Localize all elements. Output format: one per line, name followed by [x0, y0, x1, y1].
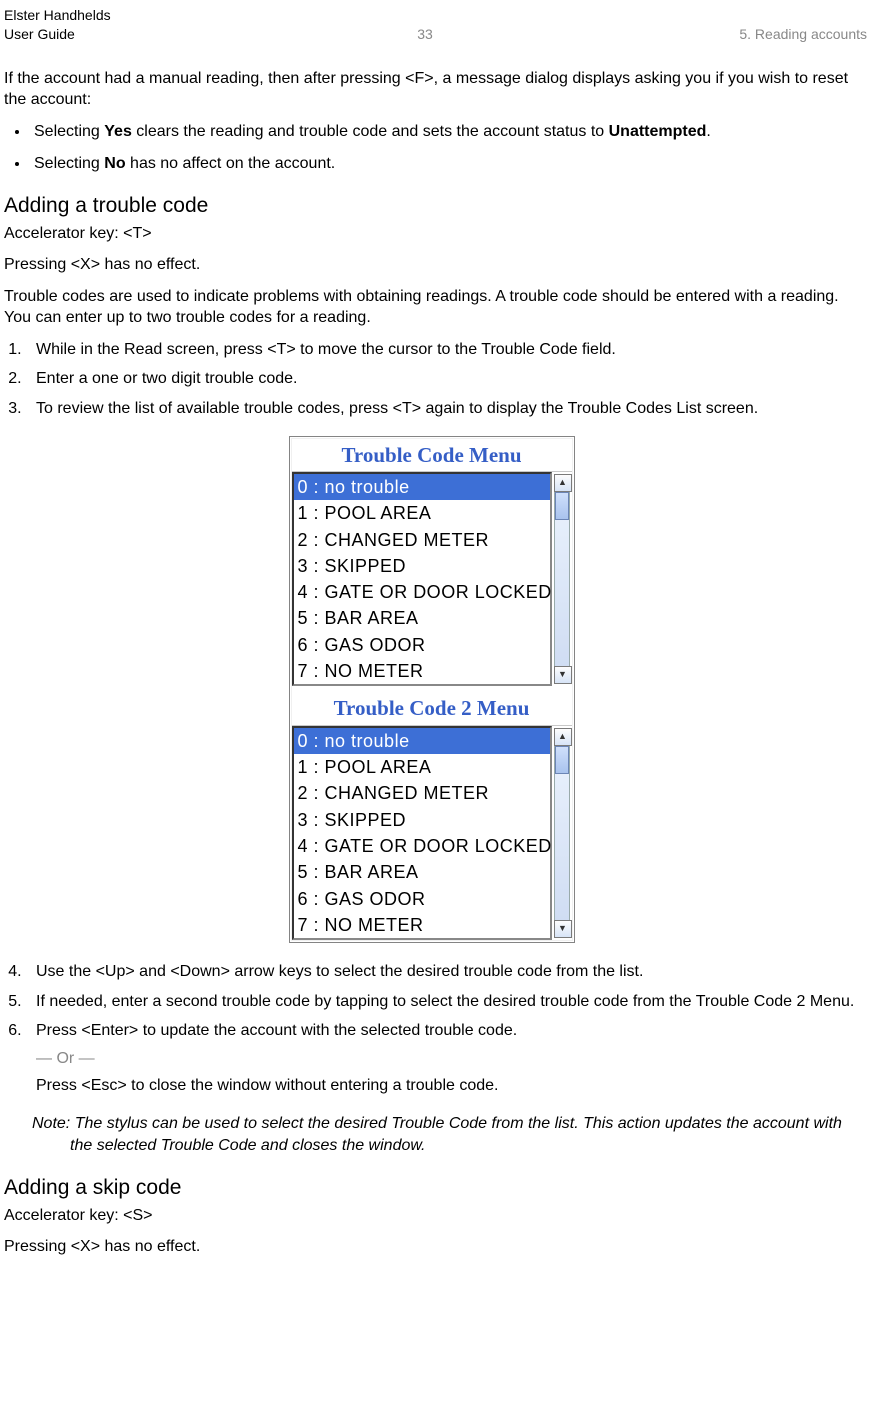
list-item[interactable]: 1 : POOL AREA — [294, 500, 550, 526]
trouble-steps-list-cont: Use the <Up> and <Down> arrow keys to se… — [26, 961, 859, 1097]
list-item[interactable]: 0 : no trouble — [294, 728, 550, 754]
page-body: If the account had a manual reading, the… — [0, 48, 863, 1278]
trouble-code-listbox-1[interactable]: 0 : no trouble 1 : POOL AREA 2 : CHANGED… — [292, 472, 552, 686]
list-item[interactable]: 2 : CHANGED METER — [294, 780, 550, 806]
page-number: 33 — [417, 25, 433, 44]
text: Selecting — [34, 123, 104, 140]
scroll-track[interactable] — [554, 492, 570, 666]
scroll-down-icon[interactable]: ▼ — [554, 920, 572, 938]
text: . — [706, 123, 710, 140]
step-4: Use the <Up> and <Down> arrow keys to se… — [26, 961, 859, 983]
step-6-alt: Press <Esc> to close the window without … — [36, 1075, 859, 1097]
header-left: Elster Handhelds User Guide — [4, 6, 111, 44]
trouble-steps-list: While in the Read screen, press <T> to m… — [26, 339, 859, 420]
list-item[interactable]: 1 : POOL AREA — [294, 754, 550, 780]
list-item[interactable]: 6 : GAS ODOR — [294, 632, 550, 658]
yes-label: Yes — [104, 123, 132, 140]
trouble-code-menu-window: Trouble Code Menu 0 : no trouble 1 : POO… — [289, 436, 575, 943]
doc-title-line1: Elster Handhelds — [4, 6, 111, 25]
step-2: Enter a one or two digit trouble code. — [26, 368, 859, 390]
menu-title-2: Trouble Code 2 Menu — [292, 692, 572, 725]
list-item[interactable]: 2 : CHANGED METER — [294, 527, 550, 553]
list-item[interactable]: 3 : SKIPPED — [294, 553, 550, 579]
noeffect-line: Pressing <X> has no effect. — [4, 254, 859, 276]
chapter-title: 5. Reading accounts — [739, 25, 867, 44]
step-1: While in the Read screen, press <T> to m… — [26, 339, 859, 361]
list-item[interactable]: 5 : BAR AREA — [294, 859, 550, 885]
option-no: Selecting No has no affect on the accoun… — [30, 153, 859, 175]
scroll-up-icon[interactable]: ▲ — [554, 474, 572, 492]
section-heading-trouble-code: Adding a trouble code — [4, 192, 859, 220]
list-item[interactable]: 3 : SKIPPED — [294, 807, 550, 833]
scrollbar-1[interactable]: ▲ ▼ — [554, 474, 570, 684]
doc-title-line2: User Guide — [4, 25, 111, 44]
step-6: Press <Enter> to update the account with… — [26, 1020, 859, 1097]
list-item[interactable]: 4 : GATE OR DOOR LOCKED — [294, 579, 550, 605]
list-item[interactable]: 0 : no trouble — [294, 474, 550, 500]
scroll-up-icon[interactable]: ▲ — [554, 728, 572, 746]
menu1-body: 0 : no trouble 1 : POOL AREA 2 : CHANGED… — [292, 472, 572, 686]
scroll-thumb[interactable] — [555, 746, 569, 774]
text: clears the reading and trouble code and … — [132, 123, 609, 140]
list-item[interactable]: 6 : GAS ODOR — [294, 886, 550, 912]
step-5: If needed, enter a second trouble code b… — [26, 991, 859, 1013]
text: has no affect on the account. — [126, 155, 336, 172]
option-yes: Selecting Yes clears the reading and tro… — [30, 121, 859, 143]
accelerator-line: Accelerator key: <T> — [4, 223, 859, 245]
list-item[interactable]: 7 : NO METER — [294, 658, 550, 684]
scroll-track[interactable] — [554, 746, 570, 920]
text: Selecting — [34, 155, 104, 172]
page-header: Elster Handhelds User Guide 33 5. Readin… — [0, 0, 871, 48]
stylus-note: Note: The stylus can be used to select t… — [32, 1113, 859, 1156]
scrollbar-2[interactable]: ▲ ▼ — [554, 728, 570, 938]
trouble-code-listbox-2[interactable]: 0 : no trouble 1 : POOL AREA 2 : CHANGED… — [292, 726, 552, 940]
intro-paragraph: If the account had a manual reading, the… — [4, 68, 859, 111]
step-3: To review the list of available trouble … — [26, 398, 859, 420]
list-item[interactable]: 5 : BAR AREA — [294, 605, 550, 631]
scroll-down-icon[interactable]: ▼ — [554, 666, 572, 684]
accelerator-line-skip: Accelerator key: <S> — [4, 1205, 859, 1227]
noeffect-line-skip: Pressing <X> has no effect. — [4, 1236, 859, 1258]
list-item[interactable]: 4 : GATE OR DOOR LOCKED — [294, 833, 550, 859]
step-6-text: Press <Enter> to update the account with… — [36, 1022, 517, 1039]
or-separator: — Or — — [36, 1048, 859, 1070]
list-item[interactable]: 7 : NO METER — [294, 912, 550, 938]
no-label: No — [104, 155, 125, 172]
scroll-thumb[interactable] — [555, 492, 569, 520]
section-heading-skip-code: Adding a skip code — [4, 1174, 859, 1202]
reset-options-list: Selecting Yes clears the reading and tro… — [30, 121, 859, 174]
unattempted-label: Unattempted — [609, 123, 707, 140]
menu-title-1: Trouble Code Menu — [292, 439, 572, 472]
trouble-code-paragraph: Trouble codes are used to indicate probl… — [4, 286, 859, 329]
menu2-body: 0 : no trouble 1 : POOL AREA 2 : CHANGED… — [292, 726, 572, 940]
